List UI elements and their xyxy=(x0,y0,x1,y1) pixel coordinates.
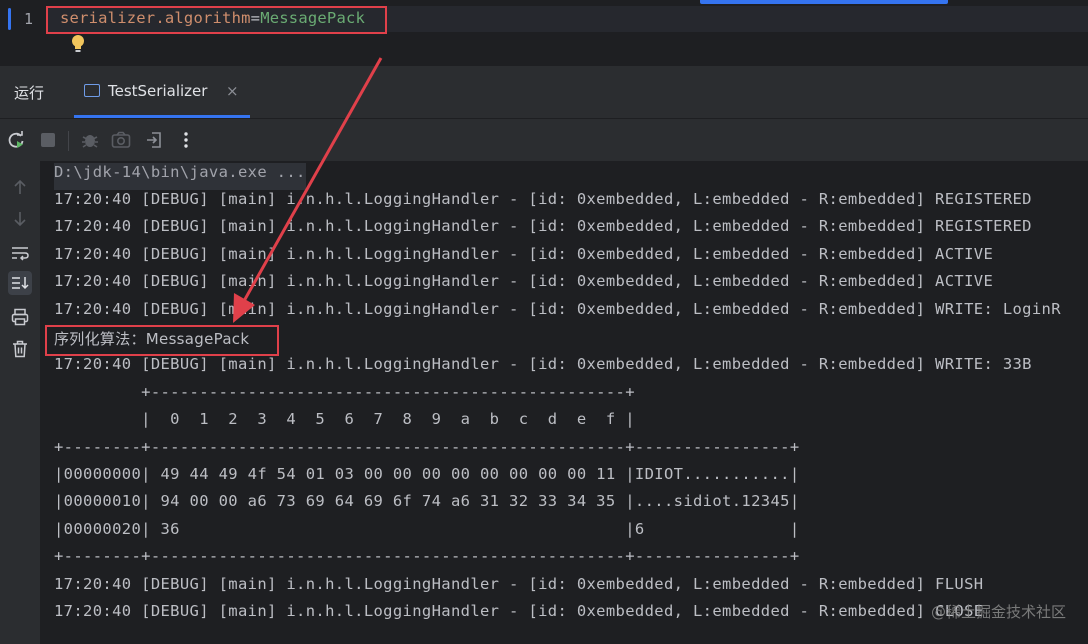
close-icon[interactable]: × xyxy=(226,82,239,100)
arrow-up-icon[interactable] xyxy=(8,175,32,199)
line-marker xyxy=(8,8,11,30)
camera-icon[interactable] xyxy=(110,129,132,151)
run-window-title: 运行 xyxy=(14,84,45,102)
scroll-to-end-icon[interactable] xyxy=(8,271,32,295)
watermark: @稀土掘金技术社区 xyxy=(930,603,1066,621)
hexdump-line: | 0 1 2 3 4 5 6 7 8 9 a b c d e f | xyxy=(54,410,635,428)
console-line: 17:20:40 [DEBUG] [main] i.n.h.l.LoggingH… xyxy=(54,272,994,290)
console-output[interactable]: D:\jdk-14\bin\java.exe ... 17:20:40 [DEB… xyxy=(40,161,1088,644)
console-line: 17:20:40 [DEBUG] [main] i.n.h.l.LoggingH… xyxy=(54,355,1032,373)
hexdump-line: |00000000| 49 44 49 4f 54 01 03 00 00 00… xyxy=(54,465,800,483)
code-highlight-box xyxy=(46,6,387,34)
lightbulb-icon[interactable] xyxy=(70,33,86,55)
stop-icon[interactable] xyxy=(37,129,59,151)
console-line: 17:20:40 [DEBUG] [main] i.n.h.l.LoggingH… xyxy=(54,217,1032,235)
run-tool-window-header: 运行 TestSerializer × xyxy=(0,66,1088,119)
exit-icon[interactable] xyxy=(143,129,165,151)
active-tab-underline xyxy=(74,115,250,118)
console-line: 17:20:40 [DEBUG] [main] i.n.h.l.LoggingH… xyxy=(54,575,984,593)
console-line: 17:20:40 [DEBUG] [main] i.n.h.l.LoggingH… xyxy=(54,602,984,620)
hexdump-line: +--------+------------------------------… xyxy=(54,438,800,456)
soft-wrap-icon[interactable] xyxy=(8,241,32,265)
hexdump-line: +---------------------------------------… xyxy=(54,383,635,401)
line-number: 1 xyxy=(24,10,34,28)
output-highlight-box xyxy=(45,325,279,356)
run-toolbar xyxy=(0,119,1088,161)
arrow-down-icon[interactable] xyxy=(8,207,32,231)
debug-icon[interactable] xyxy=(79,129,101,151)
console-side-toolbar xyxy=(0,161,40,644)
hexdump-line: +--------+------------------------------… xyxy=(54,547,800,565)
hexdump-line: |00000010| 94 00 00 a6 73 69 64 69 6f 74… xyxy=(54,492,800,510)
toolbar-separator xyxy=(68,131,69,151)
console-command-line: D:\jdk-14\bin\java.exe ... xyxy=(54,163,306,190)
trash-icon[interactable] xyxy=(8,337,32,361)
tab-label: TestSerializer xyxy=(108,82,208,100)
console-icon xyxy=(84,84,100,97)
rerun-icon[interactable] xyxy=(5,129,27,151)
more-icon[interactable] xyxy=(175,129,197,151)
tab-test-serializer[interactable]: TestSerializer × xyxy=(74,66,250,118)
hexdump-line: |00000020| 36 |6 | xyxy=(54,520,800,538)
console-line: 17:20:40 [DEBUG] [main] i.n.h.l.LoggingH… xyxy=(54,190,1032,208)
editor-scroll-indicator xyxy=(700,0,948,4)
console-line: 17:20:40 [DEBUG] [main] i.n.h.l.LoggingH… xyxy=(54,300,1061,318)
print-icon[interactable] xyxy=(8,305,32,329)
console-line: 17:20:40 [DEBUG] [main] i.n.h.l.LoggingH… xyxy=(54,245,994,263)
